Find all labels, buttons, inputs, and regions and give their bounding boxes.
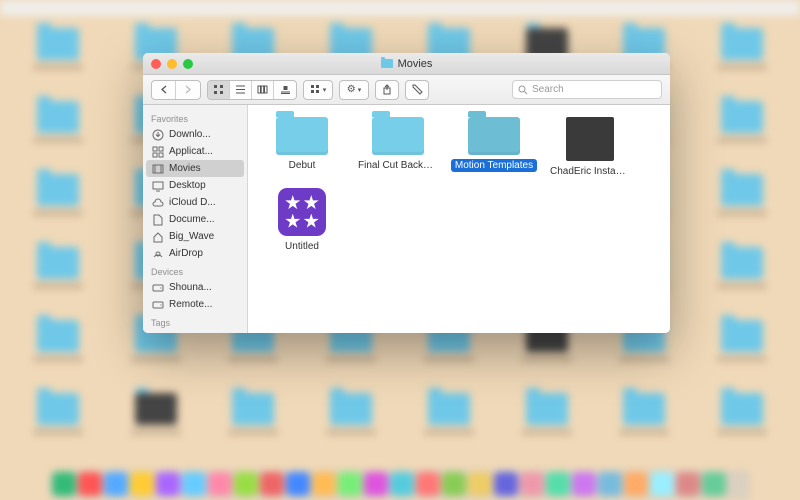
disk-icon <box>151 298 164 311</box>
zoom-button[interactable] <box>183 59 193 69</box>
share-button[interactable] <box>375 80 399 100</box>
folder-icon <box>276 117 328 155</box>
tag-purple-icon <box>151 332 164 333</box>
file-label: ChadEric Instagram vids <box>546 165 634 178</box>
sidebar-item-label: Shouna... <box>169 282 212 293</box>
sidebar-item-airdrop[interactable]: AirDrop <box>143 245 247 262</box>
file-item[interactable]: Motion Templates <box>450 117 538 178</box>
sidebar-header: Devices <box>143 262 247 279</box>
file-label: Final Cut Backups <box>354 159 442 172</box>
desktop-icon <box>151 179 164 192</box>
forward-button[interactable] <box>176 81 200 99</box>
tags-button[interactable] <box>405 80 429 100</box>
toolbar: ▾ ⚙ ▾ Search <box>143 75 670 105</box>
finder-window: Movies <box>143 53 670 333</box>
home-icon <box>151 230 164 243</box>
window-title: Movies <box>398 58 433 70</box>
sidebar-item-remote[interactable]: Remote... <box>143 296 247 313</box>
file-label: Debut <box>285 159 320 172</box>
close-button[interactable] <box>151 59 161 69</box>
file-item[interactable]: Debut <box>258 117 346 178</box>
folder-icon <box>372 117 424 155</box>
sidebar-item-label: Remote... <box>169 299 212 310</box>
traffic-lights <box>151 59 193 69</box>
folder-icon <box>381 59 393 68</box>
sidebar-item-movies[interactable]: Movies <box>146 160 244 177</box>
sidebar-item-desktop[interactable]: Desktop <box>143 177 247 194</box>
file-label: Motion Templates <box>451 159 537 172</box>
view-buttons <box>207 80 297 100</box>
minimize-button[interactable] <box>167 59 177 69</box>
icloud-icon <box>151 196 164 209</box>
action-dropdown[interactable]: ⚙ ▾ <box>339 80 369 100</box>
sidebar-item-label: Movies <box>169 163 201 174</box>
content-pane[interactable]: Debut Final Cut Backups Motion Templates Ch… <box>248 105 670 333</box>
sidebar: Favorites Downlo... Applicat... Movies Deskt… <box>143 105 248 333</box>
apps-icon <box>151 145 164 158</box>
sidebar-item-purple[interactable]: Purple <box>143 330 247 333</box>
file-label: Untitled <box>281 240 323 253</box>
sidebar-item-label: Desktop <box>169 180 206 191</box>
file-item[interactable]: Final Cut Backups <box>354 117 442 178</box>
sidebar-item-applicat[interactable]: Applicat... <box>143 143 247 160</box>
search-placeholder: Search <box>532 84 564 95</box>
disk-icon <box>151 281 164 294</box>
sidebar-item-label: iCloud D... <box>169 197 216 208</box>
sidebar-item-label: Downlo... <box>169 129 211 140</box>
sidebar-header: Favorites <box>143 109 247 126</box>
view-icons-button[interactable] <box>208 81 230 99</box>
sidebar-item-bigwave[interactable]: Big_Wave <box>143 228 247 245</box>
imovie-icon <box>278 188 326 236</box>
video-thumbnail-icon <box>566 117 614 161</box>
docs-icon <box>151 213 164 226</box>
sidebar-item-shouna[interactable]: Shouna... <box>143 279 247 296</box>
search-field[interactable]: Search <box>512 80 662 99</box>
sidebar-item-icloudd[interactable]: iCloud D... <box>143 194 247 211</box>
airdrop-icon <box>151 247 164 260</box>
view-columns-button[interactable] <box>252 81 274 99</box>
back-button[interactable] <box>152 81 176 99</box>
sidebar-item-label: Applicat... <box>169 146 213 157</box>
sidebar-header: Tags <box>143 313 247 330</box>
nav-buttons <box>151 80 201 100</box>
sidebar-item-label: Docume... <box>169 214 215 225</box>
arrange-dropdown[interactable]: ▾ <box>303 80 333 100</box>
view-coverflow-button[interactable] <box>274 81 296 99</box>
sidebar-item-label: AirDrop <box>169 248 203 259</box>
sidebar-item-label: Big_Wave <box>169 231 214 242</box>
search-icon <box>518 85 528 95</box>
gear-icon: ⚙ <box>347 84 356 95</box>
file-item[interactable]: ChadEric Instagram vids <box>546 117 634 178</box>
movies-icon <box>151 162 164 175</box>
view-list-button[interactable] <box>230 81 252 99</box>
sidebar-item-docume[interactable]: Docume... <box>143 211 247 228</box>
download-icon <box>151 128 164 141</box>
sidebar-item-downlo[interactable]: Downlo... <box>143 126 247 143</box>
folder-icon <box>468 117 520 155</box>
titlebar[interactable]: Movies <box>143 53 670 75</box>
file-item[interactable]: Untitled <box>258 188 346 253</box>
